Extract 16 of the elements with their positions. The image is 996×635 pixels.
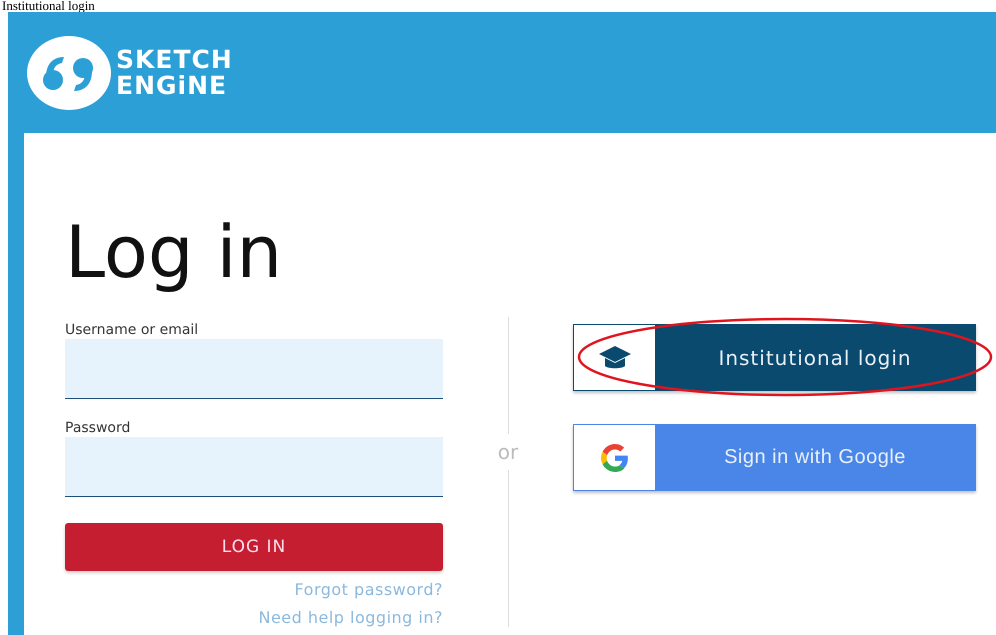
graduation-cap-icon [598, 344, 632, 370]
login-button[interactable]: LOG IN [65, 523, 443, 571]
google-icon [600, 444, 628, 472]
google-sign-in-button[interactable]: Sign in with Google [573, 424, 976, 491]
field-label: Username or email [65, 321, 200, 339]
logo-icon [26, 34, 112, 110]
logo-text: SKETCH ENGiNE [116, 46, 233, 98]
input-field[interactable] [65, 339, 443, 399]
field-label: Password [65, 419, 132, 437]
institutional-login-button[interactable]: Institutional login [573, 324, 976, 391]
caption: Institutional login [1, 0, 96, 12]
input-field[interactable] [65, 437, 443, 497]
page-heading: Log in [65, 209, 284, 296]
help-link[interactable]: Need help logging in? [258, 609, 443, 627]
help-link[interactable]: Forgot password? [294, 581, 443, 599]
separator-text: or [498, 439, 518, 466]
